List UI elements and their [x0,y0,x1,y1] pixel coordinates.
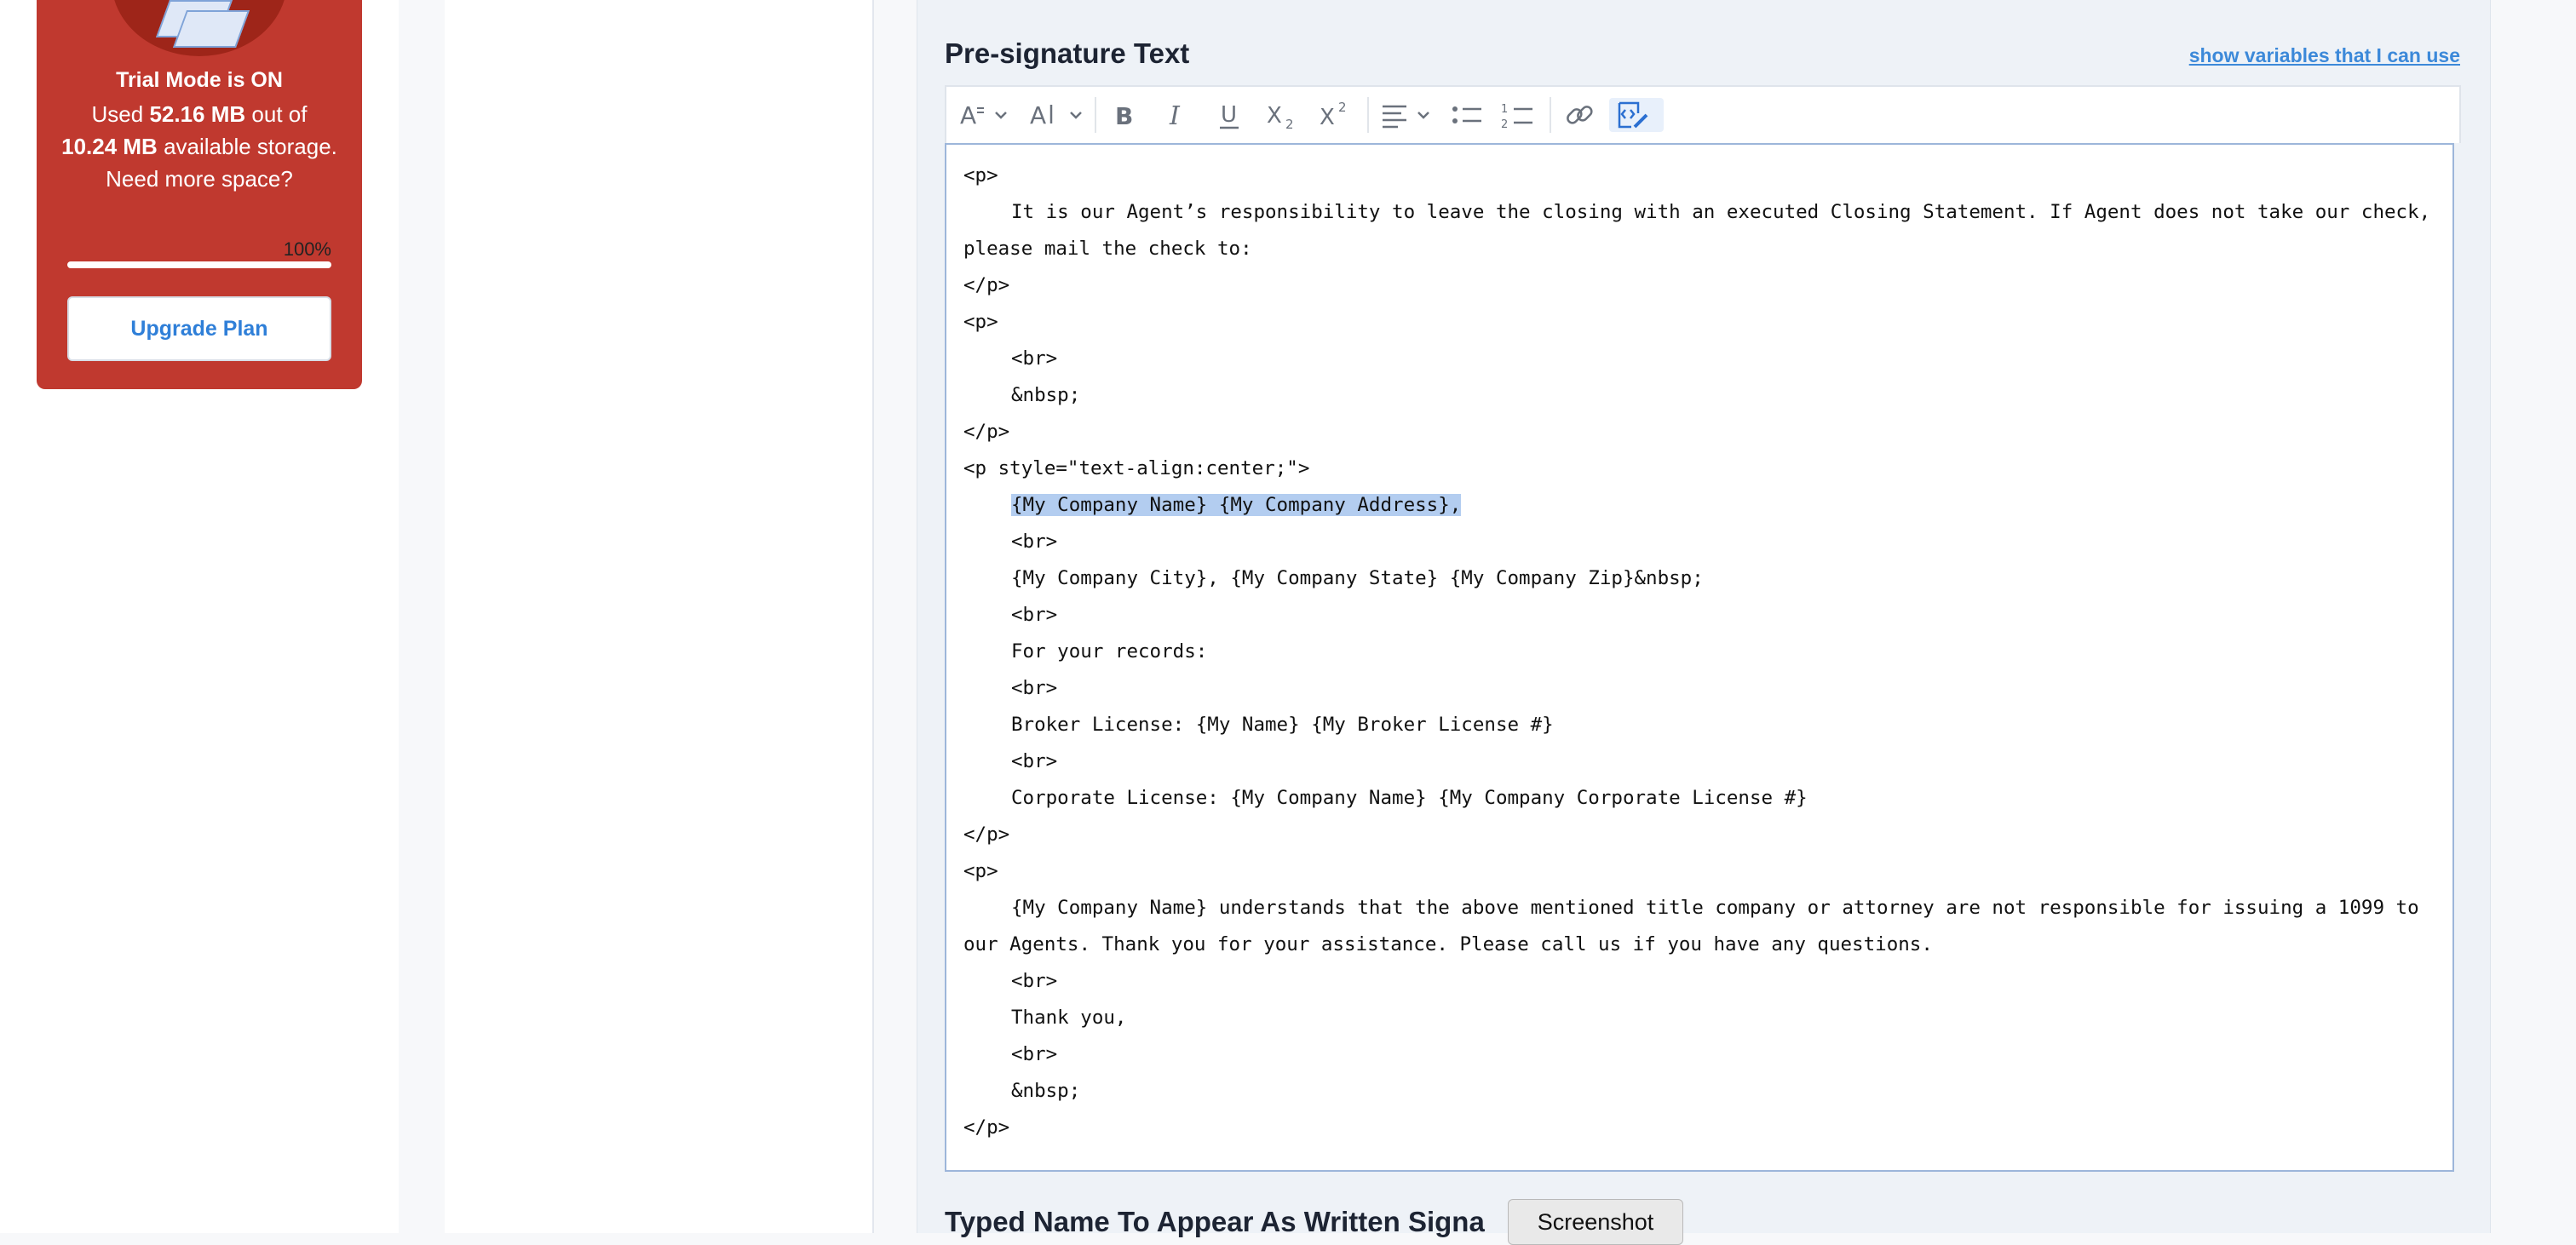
underline-button[interactable]: U [1210,98,1248,132]
trial-mode-card: Trial Mode is ON Used 52.16 MB out of 10… [37,0,362,389]
code-line: <br> [1011,677,1058,699]
font-family-dropdown[interactable]: A [958,98,1013,132]
show-variables-link[interactable]: show variables that I can use [2189,44,2460,67]
code-line: Broker License: {My Name} {My Broker Lic… [1011,714,1554,736]
superscript-button[interactable]: X 2 [1314,98,1357,132]
source-code-editor[interactable]: <p> It is our Agent’s responsibility to l… [945,143,2454,1172]
subscript-button[interactable]: X 2 [1262,98,1304,132]
superscript-icon: X 2 [1320,100,1347,130]
code-line: Corporate License: {My Company Name} {My… [1011,787,1808,809]
code-line: <br> [1011,970,1058,992]
total-storage-amount: 10.24 MB [61,134,158,159]
code-line: &nbsp; [1011,384,1081,406]
source-editing-button[interactable] [1609,98,1664,132]
code-line: {My Company Name} understands that the a… [963,897,2419,955]
align-dropdown[interactable] [1377,98,1435,132]
code-line: It is our Agent’s responsibility to leav… [963,201,2431,260]
font-size-icon: A [1030,101,1082,129]
left-sidebar: Trial Mode is ON Used 52.16 MB out of 10… [0,0,399,1233]
font-family-icon: A [960,101,1007,129]
code-line: <br> [1011,347,1058,370]
pre-signature-text-title: Pre-signature Text [945,37,1190,69]
screenshot-tooltip: Screenshot [1508,1199,1683,1245]
subscript-icon: X 2 [1267,103,1294,132]
used-storage-amount: 52.16 MB [149,101,246,127]
code-line: {My Company City}, {My Company State} {M… [1011,567,1704,589]
code-line: For your records: [1011,640,1208,663]
code-line: </p> [963,274,1010,296]
selected-text: {My Company Name} {My Company Address}, [1011,494,1462,516]
storage-illustration-icon [112,0,287,56]
storage-usage-text: Used 52.16 MB out of 10.24 MB available … [61,101,337,192]
typed-name-section-title: Typed Name To Appear As Written Signa [945,1206,1485,1237]
svg-text:2: 2 [1501,118,1508,131]
svg-text:I: I [1169,101,1181,131]
link-button[interactable] [1560,98,1599,132]
svg-text:A: A [960,101,976,129]
numbered-list-icon: 1 2 [1501,103,1532,131]
code-line: <p> [963,164,998,186]
code-line: <br> [1011,750,1058,772]
code-line: </p> [963,1116,1010,1139]
svg-text:1: 1 [1501,103,1508,116]
code-line: <br> [1011,531,1058,553]
upgrade-plan-button[interactable]: Upgrade Plan [67,296,331,361]
numbered-list-button[interactable]: 1 2 [1498,98,1538,132]
svg-text:X: X [1267,103,1282,129]
code-lines: <p> It is our Agent’s responsibility to l… [963,158,2435,1146]
bulleted-list-icon [1452,106,1481,123]
code-line: {My Company Name} {My Company Address}, [963,487,2435,524]
editor-toolbar: A A B I U X 2 X 2 1 2 [945,85,2461,143]
bold-button[interactable]: B [1105,98,1142,132]
need-more-space-text: Need more space? [106,166,293,192]
storage-progress-fill [67,261,331,268]
svg-text:B: B [1115,102,1133,130]
code-line: <br> [1011,1043,1058,1065]
align-left-icon [1383,105,1429,129]
svg-text:2: 2 [1338,100,1347,115]
underline-icon: U [1220,102,1239,129]
middle-panel [445,0,874,1233]
code-line: </p> [963,823,1010,846]
storage-progress-bar [67,261,331,268]
code-line: </p> [963,421,1010,443]
italic-icon: I [1169,101,1181,131]
bulleted-list-button[interactable] [1447,98,1486,132]
code-line: Thank you, [1011,1007,1127,1029]
italic-button[interactable]: I [1158,98,1195,132]
svg-text:2: 2 [1285,117,1294,132]
svg-text:U: U [1221,102,1237,128]
code-line: <br> [1011,604,1058,626]
code-line: <p style="text-align:center;"> [963,457,1310,479]
link-icon [1567,106,1593,124]
trial-mode-title: Trial Mode is ON [116,68,283,92]
code-line: <p> [963,860,998,882]
code-line: <p> [963,311,998,333]
svg-text:X: X [1320,105,1335,130]
storage-progress-label: 100% [283,238,331,260]
code-line: &nbsp; [1011,1080,1081,1102]
font-size-dropdown[interactable]: A [1028,98,1088,132]
source-code-icon [1618,101,1648,129]
bold-icon: B [1115,102,1133,130]
svg-text:A: A [1030,101,1046,129]
